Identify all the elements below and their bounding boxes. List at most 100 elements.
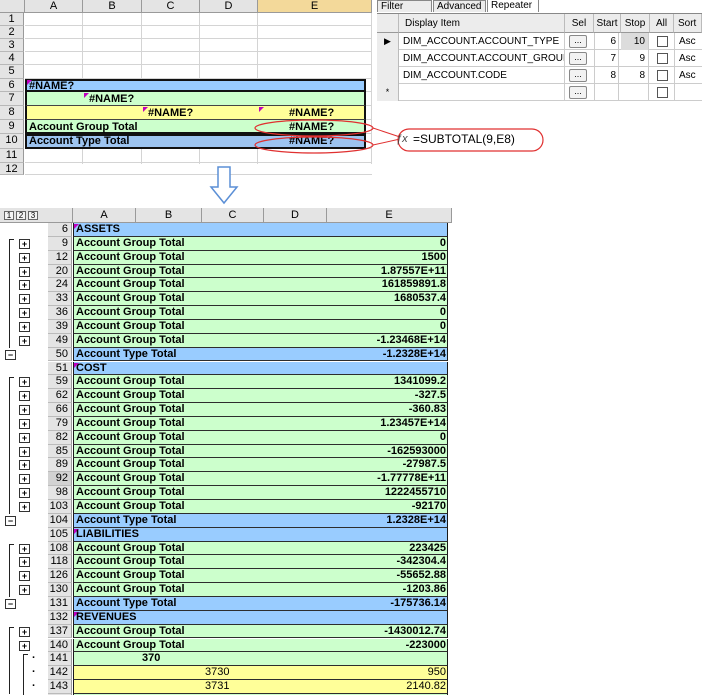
row-value[interactable]: -360.83	[409, 403, 446, 416]
sheet-row[interactable]: 126 + Account Group Total -55652.88	[0, 569, 452, 584]
row-label[interactable]: Account Group Total	[76, 500, 185, 513]
row-label[interactable]: Account Type Total	[76, 348, 176, 361]
row-value[interactable]: 950	[428, 666, 446, 679]
row-value[interactable]: -1.77778E+11	[377, 472, 446, 485]
sheet-row[interactable]: 20 + Account Group Total 1.87557E+11	[0, 264, 452, 279]
cell-a10[interactable]: Account Type Total	[29, 135, 129, 148]
row-label[interactable]: Account Group Total	[76, 472, 185, 485]
row-header[interactable]: 104	[48, 513, 72, 528]
row-header[interactable]: 143	[48, 680, 72, 694]
row-value[interactable]: -162593000	[387, 445, 446, 458]
row-label[interactable]: Account Group Total	[76, 265, 185, 278]
row-header[interactable]: 141	[48, 652, 72, 667]
row-value[interactable]: -342304.4	[396, 555, 446, 568]
row-label[interactable]: Account Group Total	[76, 389, 185, 402]
expand-group-icon[interactable]: +	[19, 294, 30, 305]
row-header[interactable]: 82	[48, 430, 72, 445]
row-value[interactable]: 1.87557E+11	[381, 265, 446, 278]
expand-group-icon[interactable]: +	[19, 557, 30, 568]
row-label[interactable]: Account Group Total	[76, 320, 185, 333]
row-value[interactable]: -1203.86	[403, 583, 446, 596]
sheet-row[interactable]: 137 + Account Group Total -1430012.74	[0, 624, 452, 639]
row-label[interactable]: Account Group Total	[76, 431, 185, 444]
expand-group-icon[interactable]: +	[19, 418, 30, 429]
row-header-10[interactable]: 10	[0, 134, 24, 149]
row-value[interactable]: -1.23468E+14	[377, 334, 446, 347]
column-header-d[interactable]: D	[264, 208, 327, 223]
sheet-row[interactable]: 82 + Account Group Total 0	[0, 430, 452, 445]
expand-group-icon[interactable]: +	[19, 377, 30, 388]
stop-cell[interactable]: 9	[621, 50, 649, 67]
column-header-a[interactable]: A	[73, 208, 136, 223]
repeater-row[interactable]: DIM_ACCOUNT.ACCOUNT_GROUP... 7 9 Asc	[377, 50, 702, 67]
all-checkbox[interactable]	[657, 53, 668, 64]
sort-cell[interactable]	[674, 84, 702, 101]
sheet-row[interactable]: 51 COST	[0, 361, 452, 376]
all-checkbox[interactable]	[657, 36, 668, 47]
expand-group-icon[interactable]: +	[19, 280, 30, 291]
row-header-1[interactable]: 1	[0, 13, 24, 26]
row-label[interactable]: 3730	[205, 666, 229, 679]
start-cell[interactable]: 7	[594, 50, 619, 67]
row-value[interactable]: -27987.5	[403, 458, 446, 471]
row-selector[interactable]	[377, 67, 399, 84]
sheet-row[interactable]: 66 + Account Group Total -360.83	[0, 403, 452, 417]
start-cell[interactable]: 6	[594, 33, 619, 50]
row-value[interactable]: 1.2328E+14	[386, 514, 446, 527]
tab-repeater[interactable]: Repeater	[487, 0, 539, 12]
row-value[interactable]: 0	[440, 320, 446, 333]
row-header-9[interactable]: 9	[0, 120, 24, 134]
row-value[interactable]: -175736.14	[390, 597, 446, 610]
row-header[interactable]: 131	[48, 596, 72, 611]
row-header[interactable]: 50	[48, 347, 72, 362]
account-type-heading[interactable]: REVENUES	[76, 611, 137, 624]
stop-cell[interactable]: 8	[621, 67, 649, 84]
row-header[interactable]: 126	[48, 569, 72, 584]
expand-group-icon[interactable]: +	[19, 626, 30, 637]
header-start[interactable]: Start	[594, 14, 621, 33]
row-selector[interactable]	[377, 50, 399, 67]
column-header-b[interactable]: B	[83, 0, 142, 13]
sheet-row[interactable]: 131 − Account Type Total -175736.14	[0, 596, 452, 611]
sheet-row[interactable]: 143 · 3731 2140.82	[0, 680, 452, 694]
row-header[interactable]: 105	[48, 527, 72, 542]
expand-group-icon[interactable]: +	[19, 321, 30, 332]
expand-group-icon[interactable]: +	[19, 502, 30, 512]
row-label[interactable]: Account Group Total	[76, 375, 185, 388]
all-checkbox[interactable]	[657, 70, 668, 81]
sheet-row[interactable]: 59 + Account Group Total 1341099.2	[0, 375, 452, 390]
row-value[interactable]: 1.23457E+14	[380, 417, 446, 430]
sheet-row[interactable]: 104 − Account Type Total 1.2328E+14	[0, 513, 452, 528]
expand-group-icon[interactable]: +	[19, 252, 30, 263]
row-header-12[interactable]: 12	[0, 163, 24, 175]
all-checkbox[interactable]	[657, 87, 668, 98]
account-type-heading[interactable]: COST	[76, 362, 107, 375]
new-row-indicator[interactable]: *	[377, 84, 399, 101]
sheet-row[interactable]: 89 + Account Group Total -27987.5	[0, 458, 452, 473]
row-header[interactable]: 66	[48, 403, 72, 417]
sheet-row[interactable]: 9 + Account Group Total 0	[0, 236, 452, 251]
row-header[interactable]: 12	[48, 250, 72, 265]
row-header[interactable]: 33	[48, 292, 72, 307]
row-label[interactable]: Account Group Total	[76, 639, 185, 652]
row-value[interactable]: 161859891.8	[382, 278, 446, 291]
tab-filter-criteria[interactable]: Filter Criteria	[377, 0, 432, 24]
row-header[interactable]: 51	[48, 361, 72, 376]
stop-cell[interactable]	[621, 84, 649, 101]
sheet-row[interactable]: 98 + Account Group Total 1222455710	[0, 486, 452, 500]
row-label[interactable]: 3731	[205, 680, 229, 693]
row-value[interactable]: -1.2328E+14	[383, 348, 446, 361]
row-header-8[interactable]: 8	[0, 106, 24, 120]
collapse-group-icon[interactable]: −	[5, 598, 16, 609]
account-type-heading[interactable]: ASSETS	[76, 223, 120, 236]
expand-group-icon[interactable]: +	[19, 238, 30, 249]
sheet-row[interactable]: 140 + Account Group Total -223000	[0, 638, 452, 653]
row-label[interactable]: Account Group Total	[76, 306, 185, 319]
outline-level-3-button[interactable]: 3	[28, 211, 38, 220]
sheet-row[interactable]: 49 + Account Group Total -1.23468E+14	[0, 333, 452, 348]
outline-level-2-button[interactable]: 2	[16, 211, 26, 220]
row-header[interactable]: 142	[48, 666, 72, 681]
row-label[interactable]: Account Group Total	[76, 278, 185, 291]
row-header[interactable]: 140	[48, 638, 72, 653]
row-label[interactable]: Account Group Total	[76, 237, 185, 250]
